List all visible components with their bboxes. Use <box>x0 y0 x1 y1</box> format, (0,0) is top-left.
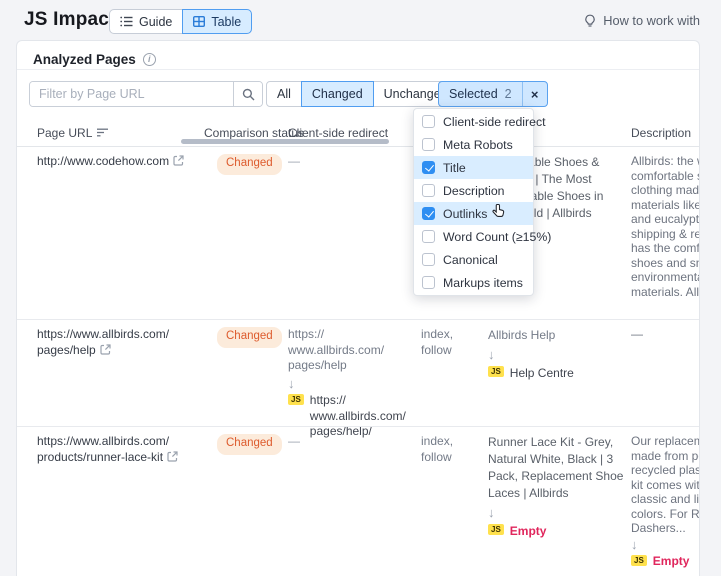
redirect-cell: — <box>288 147 421 319</box>
menu-item-word-count[interactable]: Word Count (≥15%) <box>414 225 533 248</box>
checkbox-unchecked-icon[interactable] <box>422 253 435 266</box>
list-icon <box>120 16 133 27</box>
info-icon[interactable]: i <box>143 53 156 66</box>
title-original: Allbirds Help <box>488 327 626 344</box>
menu-item-canonical[interactable]: Canonical <box>414 248 533 271</box>
meta-robots-cell: index, follow <box>421 320 488 440</box>
title-arrow-icon: ↓ <box>488 344 626 365</box>
close-icon[interactable]: × <box>522 81 547 107</box>
sort-icon[interactable] <box>97 128 108 137</box>
external-link-icon[interactable] <box>173 155 184 166</box>
title-js-empty: Empty <box>510 523 547 540</box>
header-comparison-status: Comparison status <box>204 126 288 140</box>
page-title: JS Impact <box>24 9 116 31</box>
tab-table-label: Table <box>211 15 241 29</box>
menu-item-outlinks[interactable]: Outlinks <box>414 202 533 225</box>
page-url-cell: https://www.allbirds.com/pages/help <box>37 320 204 440</box>
external-link-icon[interactable] <box>167 451 178 462</box>
header-page-url[interactable]: Page URL <box>37 126 204 140</box>
js-badge: JS <box>488 524 504 535</box>
selected-chip-count: 2 <box>505 87 522 101</box>
redirect-original: https://www.allbirds.com/pages/help <box>288 327 407 374</box>
redirect-cell: https://www.allbirds.com/pages/help ↓ JS… <box>288 320 421 440</box>
view-toggle: Guide Table <box>109 9 252 34</box>
menu-item-meta-robots[interactable]: Meta Robots <box>414 133 533 156</box>
checkbox-unchecked-icon[interactable] <box>422 184 435 197</box>
redirect-cell: — <box>288 427 421 576</box>
js-badge: JS <box>631 555 647 566</box>
checkbox-unchecked-icon[interactable] <box>422 276 435 289</box>
status-cell: Changed <box>204 147 288 319</box>
title-arrow-icon: ↓ <box>488 502 626 523</box>
page-url-cell: http://www.codehow.com <box>37 147 204 319</box>
filter-bar: All Changed Unchanged Selected 2 × <box>17 70 699 119</box>
checkbox-checked-icon[interactable] <box>422 207 435 220</box>
description-cell: Our replacement laces are made from post… <box>631 427 700 576</box>
selected-columns-chip[interactable]: Selected 2 × <box>438 81 548 107</box>
status-badge: Changed <box>217 434 282 455</box>
checkbox-unchecked-icon[interactable] <box>422 230 435 243</box>
status-badge: Changed <box>217 327 282 348</box>
url-filter-group <box>29 81 263 107</box>
description-js-empty: Empty <box>653 554 690 569</box>
table-icon <box>193 16 205 27</box>
checkbox-unchecked-icon[interactable] <box>422 138 435 151</box>
redirect-arrow-icon: ↓ <box>288 374 407 394</box>
header-client-side-redirect: Client-side redirect <box>288 126 421 140</box>
description-cell: — <box>631 320 700 440</box>
js-badge: JS <box>288 394 304 405</box>
search-icon <box>242 88 255 101</box>
checkbox-checked-icon[interactable] <box>422 161 435 174</box>
table-row: http://www.codehow.com Changed — Sustain… <box>17 147 699 319</box>
horizontal-scrollbar[interactable] <box>181 139 389 144</box>
status-cell: Changed <box>204 320 288 440</box>
title-js-value: Help Centre <box>510 365 574 382</box>
menu-item-title[interactable]: Title <box>414 156 533 179</box>
filter-changed-button[interactable]: Changed <box>301 81 374 107</box>
tab-guide-label: Guide <box>139 15 172 29</box>
menu-item-client-side-redirect[interactable]: Client-side redirect <box>414 110 533 133</box>
js-impact-screen: JS Impact Guide Table How to work with A… <box>0 0 721 576</box>
meta-robots-cell: index, follow <box>421 427 488 576</box>
title-cell: Allbirds Help ↓ JS Help Centre <box>488 320 631 440</box>
selected-chip-label: Selected <box>439 87 505 101</box>
header-description: Description <box>631 126 700 140</box>
status-filter-segments: All Changed Unchanged <box>266 81 459 107</box>
js-badge: JS <box>488 366 504 377</box>
checkbox-unchecked-icon[interactable] <box>422 115 435 128</box>
description-cell: Allbirds: the world's most comfortable s… <box>631 147 700 319</box>
description-original: Our replacement laces are made from post… <box>631 434 700 536</box>
tab-guide[interactable]: Guide <box>109 9 183 34</box>
card-title: Analyzed Pages <box>33 52 136 67</box>
search-button[interactable] <box>233 82 262 106</box>
lightbulb-icon <box>583 14 597 28</box>
external-link-icon[interactable] <box>100 344 111 355</box>
filter-all-button[interactable]: All <box>266 81 302 107</box>
status-badge: Changed <box>217 154 282 175</box>
menu-item-description[interactable]: Description <box>414 179 533 202</box>
page-url-filter-input[interactable] <box>30 82 233 106</box>
page-url-cell: https://www.allbirds.com/products/runner… <box>37 427 204 576</box>
columns-dropdown-menu: Client-side redirect Meta Robots Title D… <box>413 108 534 296</box>
how-to-work-with-link[interactable]: How to work with <box>583 13 700 28</box>
status-cell: Changed <box>204 427 288 576</box>
how-to-work-with-label: How to work with <box>603 13 700 28</box>
table-row: https://www.allbirds.com/products/runner… <box>17 426 699 576</box>
title-cell: Runner Lace Kit - Grey, Natural White, B… <box>488 427 631 576</box>
tab-table[interactable]: Table <box>182 9 252 34</box>
card-header: Analyzed Pages i <box>17 41 699 70</box>
title-original: Runner Lace Kit - Grey, Natural White, B… <box>488 434 626 502</box>
table-row: https://www.allbirds.com/pages/help Chan… <box>17 319 699 426</box>
analyzed-pages-card: Analyzed Pages i All Changed Unchanged S… <box>16 40 700 576</box>
menu-item-markups-items[interactable]: Markups items <box>414 271 533 294</box>
description-arrow-icon: ↓ <box>631 536 700 555</box>
